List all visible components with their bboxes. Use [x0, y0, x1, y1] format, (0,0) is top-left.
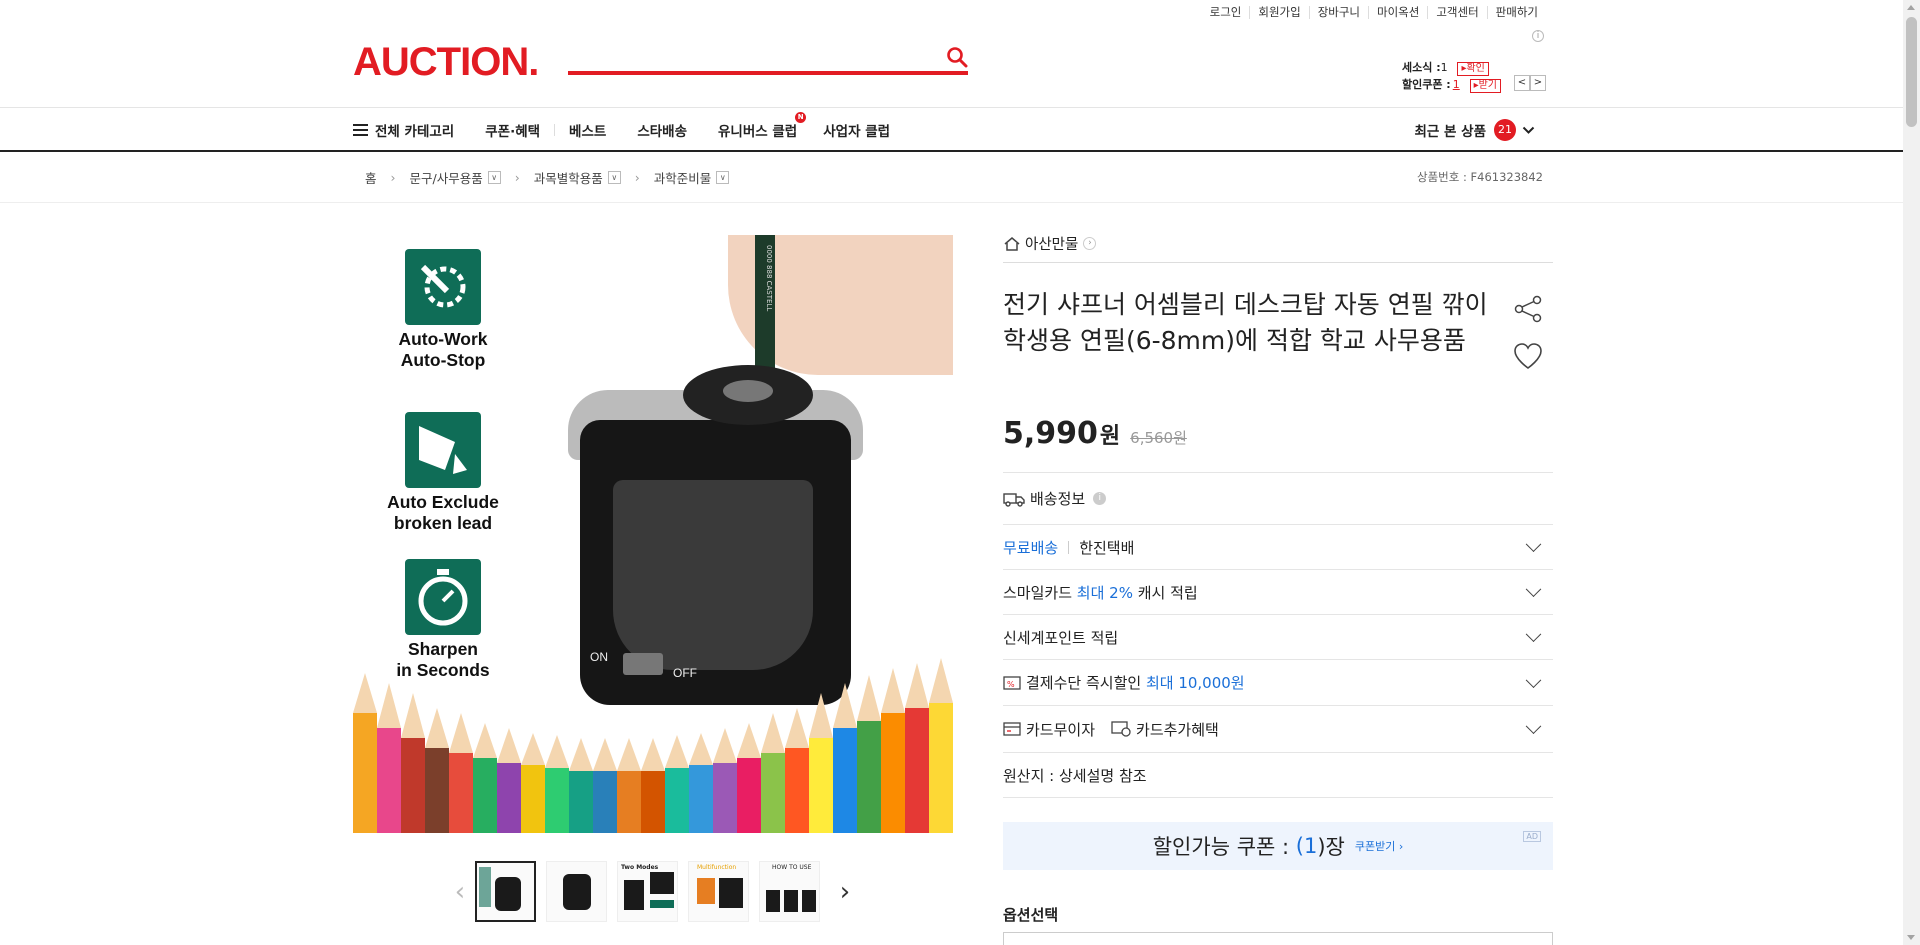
shipping-info-header: 배송정보 i: [1003, 472, 1553, 524]
scroll-thumb[interactable]: [1906, 17, 1917, 127]
scroll-down-arrow[interactable]: [1907, 935, 1915, 940]
new-badge: N: [795, 111, 807, 123]
product-title: 전기 샤프너 어셈블리 데스크탑 자동 연필 깎이 학생용 연필(6-8mm)에…: [1003, 290, 1488, 355]
chevron-right-icon: ›: [1083, 237, 1097, 250]
scroll-up-arrow[interactable]: [1907, 5, 1915, 10]
utility-links: 로그인 회원가입 장바구니 마이옥션 고객센터 판매하기: [1202, 6, 1546, 19]
origin-row: 원산지 : 상세설명 참조: [1003, 752, 1553, 798]
coupon-receive-link[interactable]: 쿠폰받기 ›: [1355, 838, 1403, 854]
chevron-down-icon: [1525, 671, 1542, 688]
signup-link[interactable]: 회원가입: [1249, 6, 1308, 19]
ssg-point-row[interactable]: 신세계포인트 적립: [1003, 614, 1553, 659]
coupon-count: 할인쿠폰 :1 ▸받기: [1402, 76, 1501, 93]
shipping-row[interactable]: 무료배송 한진택배: [1003, 524, 1553, 569]
my-auction-link[interactable]: 마이옥션: [1368, 6, 1427, 19]
nav-star-delivery[interactable]: 스타배송: [637, 120, 687, 140]
chevron-down-icon[interactable]: ∨: [716, 171, 730, 184]
pencil-tip-icon: [405, 412, 481, 488]
breadcrumb-level-1[interactable]: 문구/사무용품: [410, 168, 483, 187]
thumb-prev-button[interactable]: ‹: [445, 877, 475, 907]
cart-link[interactable]: 장바구니: [1308, 6, 1368, 19]
recent-count-badge: 21: [1494, 119, 1516, 141]
nav-best[interactable]: 베스트: [569, 120, 606, 140]
share-icon[interactable]: [1513, 294, 1543, 324]
info-icon[interactable]: i: [1093, 492, 1107, 505]
product-number: 상품번호 : F461323842: [1417, 170, 1543, 184]
currency-unit: 원: [1099, 424, 1121, 449]
chevron-down-icon[interactable]: ∨: [487, 171, 501, 184]
global-nav: 전체 카테고리 쿠폰·혜택 베스트 스타배송 유니버스 클럽 N 사업자 클럽 …: [0, 107, 1920, 152]
breadcrumb-separator: ›: [390, 170, 396, 185]
chevron-down-icon: [1525, 581, 1542, 598]
sale-price: 5,990: [1003, 416, 1098, 451]
feature-auto-work: Auto-Work Auto-Stop: [383, 249, 503, 371]
breadcrumb-level-3[interactable]: 과학준비물: [654, 168, 712, 187]
chevron-down-icon[interactable]: ∨: [607, 171, 621, 184]
nav-divider: [554, 123, 556, 136]
all-categories-button[interactable]: 전체 카테고리: [353, 120, 454, 140]
mini-pager: < >: [1514, 75, 1546, 91]
original-price: 6,560원: [1130, 429, 1187, 447]
nav-business-club[interactable]: 사업자 클럽: [823, 120, 890, 140]
home-icon: [1004, 236, 1020, 251]
scrollbar[interactable]: [1903, 0, 1920, 945]
chevron-down-icon: [1525, 626, 1542, 643]
breadcrumb-separator: ›: [514, 170, 520, 185]
option-select[interactable]: [1003, 932, 1553, 945]
login-link[interactable]: 로그인: [1202, 6, 1250, 19]
payment-discount-row[interactable]: % 결제수단 즉시할인 최대 10,000원: [1003, 659, 1553, 705]
coupon-banner[interactable]: 할인가능 쿠폰 : (1)장 쿠폰받기 › AD: [1003, 822, 1553, 870]
coupon-receive-button[interactable]: ▸받기: [1469, 79, 1501, 93]
card-benefits-row[interactable]: 카드무이자 카드추가혜택: [1003, 705, 1553, 752]
breadcrumb-level-2[interactable]: 과목별학용품: [534, 168, 603, 187]
breadcrumb: 홈 › 문구/사무용품 ∨ › 과목별학용품 ∨ › 과학준비물 ∨ 상품번호 …: [0, 152, 1920, 203]
recent-viewed-button[interactable]: 최근 본 상품 21: [1415, 119, 1536, 141]
info-icon[interactable]: i: [1532, 30, 1544, 42]
pager-prev-button[interactable]: <: [1514, 75, 1530, 91]
price-block: 5,990 원 6,560원: [1003, 416, 1187, 451]
thumb-next-button[interactable]: ›: [830, 877, 860, 907]
ad-badge: AD: [1523, 831, 1541, 842]
product-main-image[interactable]: 0000 888 CASTELL ON OFF Auto-Work Auto-S…: [353, 235, 953, 833]
chevron-down-icon: [1525, 718, 1542, 735]
search-input[interactable]: [568, 40, 968, 75]
chevron-down-icon: [1525, 536, 1542, 553]
thumbnail-strip: ‹ Two Modes Multifunction HOW TO USE ›: [445, 861, 860, 922]
customer-center-link[interactable]: 고객센터: [1427, 6, 1486, 19]
nav-universe-club[interactable]: 유니버스 클럽 N: [718, 111, 807, 140]
svg-text:%: %: [1007, 680, 1015, 689]
thumbnail[interactable]: [475, 861, 536, 922]
menu-icon: [353, 123, 368, 136]
stopwatch-icon: [405, 559, 481, 635]
heart-icon[interactable]: [1513, 342, 1543, 370]
coupon-count: 1: [1303, 834, 1318, 858]
sell-link[interactable]: 판매하기: [1486, 6, 1546, 19]
card-plus-icon: [1111, 721, 1131, 737]
option-select-label: 옵션선택: [1003, 906, 1059, 924]
card-icon: [1003, 722, 1021, 736]
breadcrumb-separator: ›: [634, 170, 640, 185]
feature-auto-exclude: Auto Exclude broken lead: [383, 412, 503, 534]
divider: [1003, 262, 1553, 263]
news-count: 세소식 :1 ▸확인: [1402, 59, 1489, 76]
gear-icon: [405, 249, 481, 325]
thumbnail[interactable]: HOW TO USE: [759, 861, 820, 922]
thumbnail[interactable]: [546, 861, 607, 922]
nav-coupon-benefits[interactable]: 쿠폰·혜택: [485, 120, 540, 140]
thumbnail[interactable]: Two Modes: [617, 861, 678, 922]
truck-icon: [1003, 492, 1025, 507]
news-confirm-button[interactable]: ▸확인: [1457, 62, 1489, 76]
feature-sharpen-seconds: Sharpen in Seconds: [383, 559, 503, 681]
discount-icon: %: [1003, 675, 1021, 690]
chevron-down-icon: [1522, 126, 1535, 134]
smilecard-row[interactable]: 스마일카드 최대 2% 캐시 적립: [1003, 569, 1553, 614]
thumbnail[interactable]: Multifunction: [688, 861, 749, 922]
breadcrumb-home[interactable]: 홈: [365, 168, 377, 187]
search-icon[interactable]: [946, 46, 968, 68]
pager-next-button[interactable]: >: [1530, 75, 1546, 91]
shop-name-link[interactable]: 아산만물 ›: [1003, 233, 1097, 254]
auction-logo[interactable]: AUCTION.: [353, 40, 539, 85]
